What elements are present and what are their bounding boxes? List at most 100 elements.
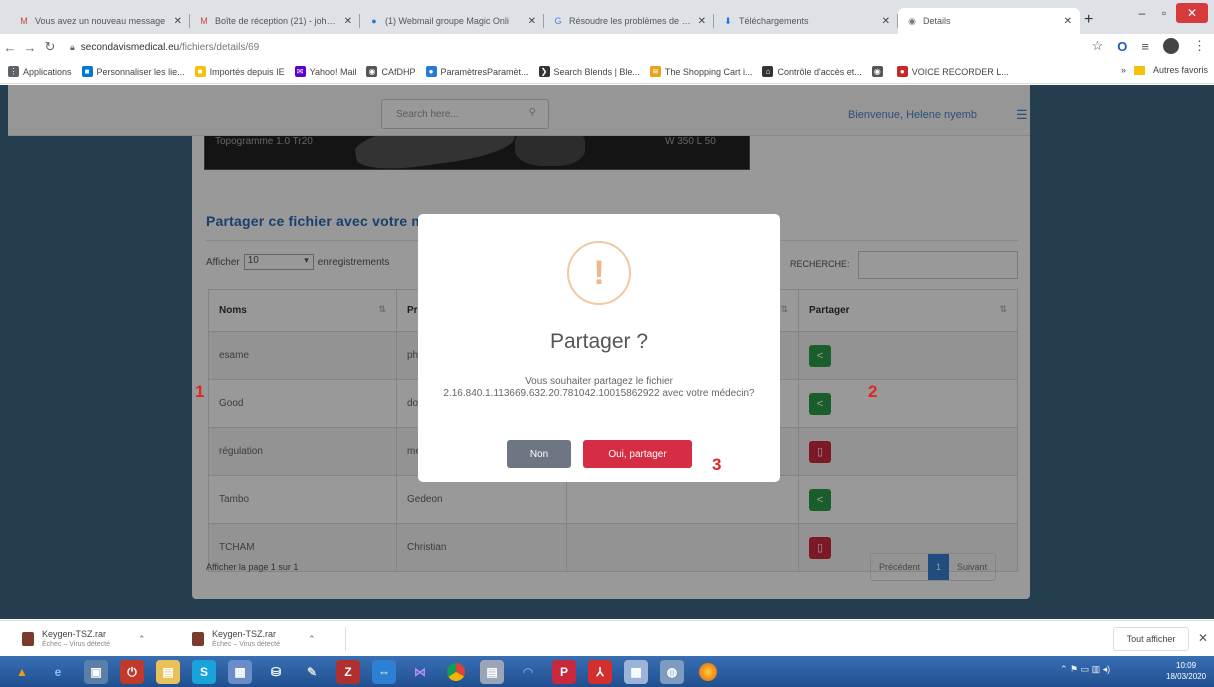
back-icon[interactable]: ← xyxy=(0,40,20,55)
bookmark-item[interactable]: ≋ The Shopping Cart i... xyxy=(649,66,752,77)
windows-taskbar: ▲ e ▣ ⏻ ▤ S ▦ ⛁ ✎ Z ⇔ ⋈ ▤ ◠ P ⅄ ▩ ◍ ⌃ ⚑ … xyxy=(0,656,1214,687)
bookmark-item[interactable]: ❯ Search Blends | Ble... xyxy=(538,66,640,77)
download-shelf: Keygen-TSZ.rar Échec – Virus détecté ⌃ Ke… xyxy=(0,620,1214,656)
acrobat-icon[interactable]: ⅄ xyxy=(588,660,612,684)
network-icon[interactable]: ⛁ xyxy=(264,660,288,684)
bookmark-item[interactable]: ◉ CAfDHP xyxy=(366,66,416,77)
file-explorer-icon[interactable]: ▤ xyxy=(156,660,180,684)
bookmark-item[interactable]: ✉ Yahoo! Mail xyxy=(294,66,357,77)
forward-icon[interactable]: → xyxy=(20,40,40,55)
bookmark-icon: ⌂ xyxy=(762,66,774,77)
restore-button[interactable]: ▫ xyxy=(1154,3,1174,23)
power-icon[interactable]: ⏻ xyxy=(120,660,144,684)
bookmark-item[interactable]: ◉ xyxy=(871,66,887,77)
bookmarks-bar: ⋮ Applications ■ Personnaliser les lie... ■ I… xyxy=(0,60,1214,84)
confirm-share-button[interactable]: Oui, partager xyxy=(583,440,692,468)
teamviewer-icon[interactable]: ⇔ xyxy=(372,660,396,684)
new-tab-button[interactable]: + xyxy=(1084,11,1093,29)
other-bookmarks[interactable]: Autres favoris xyxy=(1153,65,1208,75)
download-item[interactable]: Keygen-TSZ.rar Échec – Virus détecté ⌃ xyxy=(192,625,316,653)
close-icon[interactable]: ✕ xyxy=(698,16,706,27)
bookmark-item[interactable]: ■ Importés depuis IE xyxy=(194,66,285,77)
browser-tab[interactable]: G Résoudre les problèmes de télé ✕ xyxy=(544,8,714,34)
app-icon[interactable]: ▦ xyxy=(228,660,252,684)
filezilla-icon[interactable]: Z xyxy=(336,660,360,684)
clock[interactable]: 10:09 18/03/2020 xyxy=(1166,660,1206,682)
close-icon[interactable]: ✕ xyxy=(1064,16,1072,27)
playlist-icon[interactable]: ≡ xyxy=(1141,39,1149,54)
bookmark-label: CAfDHP xyxy=(381,66,416,77)
opera-extension-icon[interactable]: O xyxy=(1117,39,1127,54)
pen-icon[interactable]: ✎ xyxy=(300,660,324,684)
bookmark-item[interactable]: ● ParamètresParamèt... xyxy=(425,66,529,77)
app-icon[interactable]: ▩ xyxy=(624,660,648,684)
reload-icon[interactable]: ↻ xyxy=(40,39,60,55)
tab-label: Vous avez un nouveau message xyxy=(35,16,166,26)
app-icon[interactable]: ▣ xyxy=(84,660,108,684)
bookmark-item[interactable]: ⋮ Applications xyxy=(8,66,72,77)
archive-icon xyxy=(22,632,34,646)
warning-icon: ! xyxy=(567,241,631,305)
tab-label: Boîte de réception (21) - johann xyxy=(215,16,338,26)
cancel-button[interactable]: Non xyxy=(507,440,571,468)
chevron-up-icon[interactable]: ⌃ xyxy=(138,634,146,645)
show-all-downloads-button[interactable]: Tout afficher xyxy=(1113,627,1189,651)
browser-tab[interactable]: ◉ Details ✕ xyxy=(898,8,1080,34)
pdf-tool-icon[interactable]: P xyxy=(552,660,576,684)
bookmark-item[interactable]: ⌂ Contrôle d'accès et... xyxy=(762,66,862,77)
browser-menu-icon[interactable]: ⋮ xyxy=(1193,38,1206,54)
firefox-icon[interactable] xyxy=(696,660,720,684)
bookmark-item[interactable]: ■ Personnaliser les lie... xyxy=(81,66,185,77)
headset-icon[interactable]: ◠ xyxy=(516,660,540,684)
archive-icon xyxy=(192,632,204,646)
chevron-up-icon[interactable]: ⌃ xyxy=(308,634,316,645)
star-icon[interactable]: ☆ xyxy=(1092,38,1104,54)
close-icon[interactable]: ✕ xyxy=(528,16,536,27)
app-icon[interactable]: ▤ xyxy=(480,660,504,684)
chrome-icon[interactable] xyxy=(444,660,468,684)
download-status: Échec – Virus détecté xyxy=(212,640,280,648)
download-item[interactable]: Keygen-TSZ.rar Échec – Virus détecté ⌃ xyxy=(22,625,146,653)
bookmark-label: Contrôle d'accès et... xyxy=(777,66,862,77)
bookmark-icon: ◉ xyxy=(871,66,883,77)
browser-tab[interactable]: M Vous avez un nouveau message ✕ xyxy=(10,8,190,34)
bookmark-item[interactable]: ● VOICE RECORDER L... xyxy=(896,66,1009,77)
gmail-icon: M xyxy=(200,16,208,26)
close-icon[interactable]: ✕ xyxy=(344,16,352,27)
dialog-message: Vous souhaiter partagez le fichier 2.16.… xyxy=(443,376,755,399)
download-name: Keygen-TSZ.rar xyxy=(212,628,277,639)
bookmark-label: Yahoo! Mail xyxy=(309,66,357,77)
annotation-marker: 1 xyxy=(195,382,205,401)
bookmark-icon: ⋮ xyxy=(8,66,19,77)
bookmark-label: ParamètresParamèt... xyxy=(440,66,529,77)
browser-tab-strip: M Vous avez un nouveau message ✕ M Boîte de … xyxy=(0,0,1214,34)
google-icon: G xyxy=(554,16,562,26)
close-icon[interactable]: ✕ xyxy=(174,16,182,27)
minimize-button[interactable]: – xyxy=(1130,3,1154,23)
bookmark-icon: ◉ xyxy=(366,66,378,77)
profile-avatar[interactable] xyxy=(1163,38,1179,54)
bookmark-icon: ≋ xyxy=(649,66,661,77)
internet-explorer-icon[interactable]: e xyxy=(46,660,70,684)
visual-studio-icon[interactable]: ⋈ xyxy=(408,660,432,684)
download-icon: ⬇ xyxy=(724,15,732,26)
tab-label: (1) Webmail groupe Magic Onli xyxy=(385,16,509,26)
bookmark-label: Personnaliser les lie... xyxy=(96,66,185,77)
browser-tab[interactable]: M Boîte de réception (21) - johann ✕ xyxy=(190,8,360,34)
vlc-icon[interactable]: ▲ xyxy=(10,660,34,684)
app-icon[interactable]: ◍ xyxy=(660,660,684,684)
bookmark-label: VOICE RECORDER L... xyxy=(911,66,1009,77)
skype-icon[interactable]: S xyxy=(192,660,216,684)
close-icon[interactable]: ✕ xyxy=(1198,631,1208,645)
window-close-button[interactable]: ✕ xyxy=(1176,3,1208,23)
close-icon[interactable]: ✕ xyxy=(882,16,890,27)
browser-tab[interactable]: ● (1) Webmail groupe Magic Onli ✕ xyxy=(360,8,544,34)
bookmark-icon: ❯ xyxy=(538,66,550,77)
tab-label: Details xyxy=(923,16,951,26)
browser-tab[interactable]: ⬇ Téléchargements ✕ xyxy=(714,8,898,34)
bookmark-icon: ✉ xyxy=(294,66,306,77)
system-tray[interactable]: ⌃ ⚑ ▭ ▥ ◂) xyxy=(1060,664,1110,675)
more-bookmarks-icon[interactable]: » xyxy=(1121,65,1126,75)
dialog-title: Partager ? xyxy=(549,330,649,353)
url-field[interactable]: 🔒︎ secondavismedical.eu/fichiers/details… xyxy=(70,42,259,53)
